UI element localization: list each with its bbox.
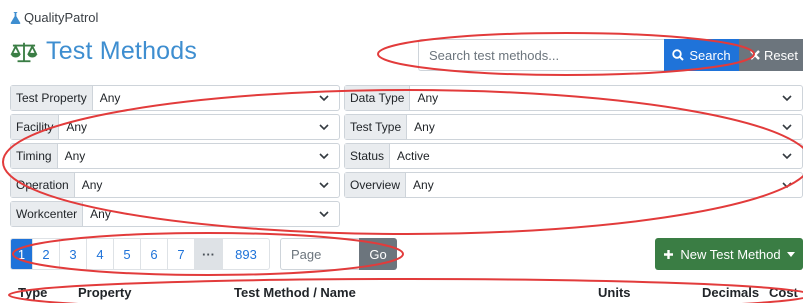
chevron-down-icon bbox=[319, 210, 329, 217]
search-icon bbox=[672, 49, 685, 61]
chevron-down-icon bbox=[782, 94, 792, 101]
page-link-3[interactable]: 3 bbox=[60, 239, 87, 269]
flask-icon bbox=[10, 11, 21, 24]
test-type-value: Any bbox=[414, 120, 435, 134]
reset-button[interactable]: Reset bbox=[739, 39, 803, 71]
search-button[interactable]: Search bbox=[664, 39, 739, 71]
workcenter-select[interactable]: Workcenter Any bbox=[10, 201, 340, 227]
facility-label: Facility bbox=[11, 115, 60, 139]
timing-select[interactable]: Timing Any bbox=[10, 143, 340, 169]
column-header-property[interactable]: Property bbox=[78, 285, 131, 300]
reset-button-label: Reset bbox=[764, 47, 798, 63]
new-test-method-label: New Test Method bbox=[680, 246, 781, 262]
page-link-4[interactable]: 4 bbox=[87, 239, 114, 269]
data-type-select[interactable]: Data Type Any bbox=[344, 85, 803, 111]
timing-label: Timing bbox=[11, 144, 58, 168]
overview-select[interactable]: Overview Any bbox=[344, 172, 803, 198]
chevron-down-icon bbox=[319, 94, 329, 101]
new-test-method-button[interactable]: New Test Method bbox=[655, 238, 803, 270]
column-header-method[interactable]: Test Method / Name bbox=[234, 285, 356, 300]
test-property-label: Test Property bbox=[11, 86, 93, 110]
chevron-down-icon bbox=[782, 181, 792, 188]
facility-select[interactable]: Facility Any bbox=[10, 114, 340, 140]
search-input[interactable] bbox=[418, 39, 664, 71]
page-link-2[interactable]: 2 bbox=[33, 239, 60, 269]
status-value: Active bbox=[397, 149, 430, 163]
column-header-units[interactable]: Units bbox=[598, 285, 631, 300]
page-link-last[interactable]: 893 bbox=[223, 239, 269, 269]
operation-select[interactable]: Operation Any bbox=[10, 172, 340, 198]
page-ellipsis[interactable]: ··· bbox=[195, 239, 223, 269]
test-type-select[interactable]: Test Type Any bbox=[344, 114, 803, 140]
pagination: 1 2 3 4 5 6 7 ··· 893 bbox=[10, 238, 270, 270]
chevron-down-icon bbox=[319, 181, 329, 188]
balance-scale-icon bbox=[10, 42, 38, 62]
status-select[interactable]: Status Active bbox=[344, 143, 803, 169]
page-link-5[interactable]: 5 bbox=[114, 239, 141, 269]
close-icon bbox=[750, 50, 760, 60]
caret-down-icon bbox=[786, 251, 795, 257]
data-type-value: Any bbox=[417, 91, 439, 105]
facility-value: Any bbox=[66, 120, 88, 134]
column-header-type[interactable]: Type bbox=[18, 285, 47, 300]
page-header: Test Methods bbox=[10, 37, 197, 66]
status-label: Status bbox=[345, 144, 391, 168]
brand[interactable]: QualityPatrol bbox=[10, 10, 98, 25]
chevron-down-icon bbox=[782, 123, 792, 130]
workcenter-value: Any bbox=[90, 207, 111, 221]
page-link-1[interactable]: 1 bbox=[11, 239, 33, 269]
plus-icon bbox=[664, 249, 674, 259]
test-property-select[interactable]: Test Property Any bbox=[10, 85, 340, 111]
table-header: Type Property Test Method / Name Units D… bbox=[0, 284, 803, 303]
search-bar: Search Reset bbox=[418, 39, 803, 71]
test-property-value: Any bbox=[99, 91, 121, 105]
overview-value: Any bbox=[413, 178, 434, 192]
operation-value: Any bbox=[81, 178, 103, 192]
chevron-down-icon bbox=[319, 123, 329, 130]
brand-name: QualityPatrol bbox=[24, 10, 99, 25]
page-number-input[interactable] bbox=[280, 238, 359, 270]
workcenter-label: Workcenter bbox=[11, 202, 84, 226]
page-link-7[interactable]: 7 bbox=[168, 239, 195, 269]
data-type-label: Data Type bbox=[345, 86, 411, 110]
test-type-label: Test Type bbox=[345, 115, 408, 139]
chevron-down-icon bbox=[782, 152, 792, 159]
column-header-decimals[interactable]: Decimals bbox=[702, 285, 759, 300]
page-link-6[interactable]: 6 bbox=[141, 239, 168, 269]
operation-label: Operation bbox=[11, 173, 75, 197]
go-button[interactable]: Go bbox=[359, 238, 397, 270]
timing-value: Any bbox=[64, 149, 86, 163]
column-header-cost[interactable]: Cost bbox=[769, 285, 798, 300]
chevron-down-icon bbox=[319, 152, 329, 159]
page-title: Test Methods bbox=[46, 37, 198, 65]
overview-label: Overview bbox=[345, 173, 407, 197]
search-button-label: Search bbox=[689, 47, 731, 63]
